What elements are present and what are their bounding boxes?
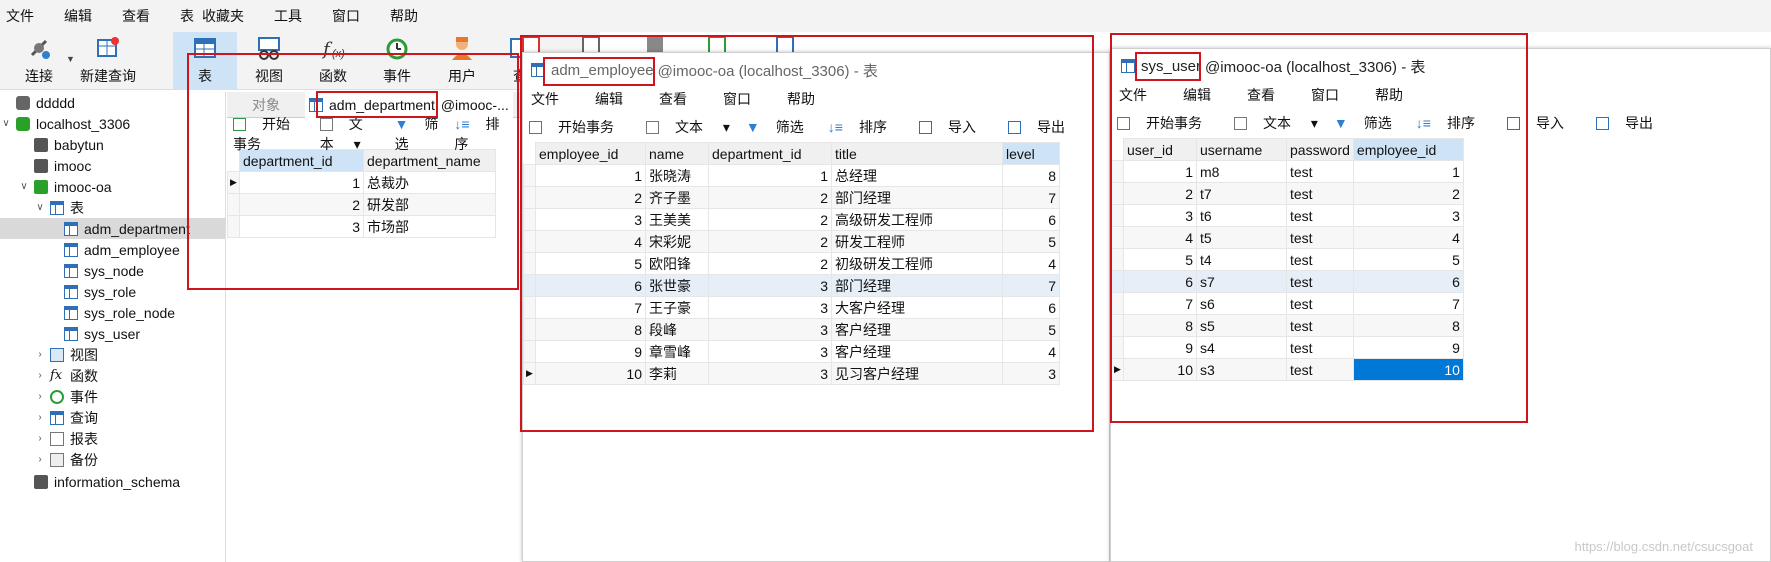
collapsed-arrow-icon[interactable]: › [34,349,46,360]
table-icon [64,284,78,299]
database-icon [34,179,48,194]
table-icon [64,242,78,257]
export-button[interactable]: 导出 [1595,113,1669,133]
new-query-icon [97,37,119,57]
annotation-box-user [1110,33,1528,423]
menu-file[interactable]: 文件 [6,6,34,26]
tree-item-localhost[interactable]: ∨ localhost_3306 [0,113,130,134]
connect-button[interactable]: 连接 [12,32,66,90]
tree-item-sys-user[interactable]: sys_user [64,323,140,344]
tree-item-reports[interactable]: › 报表 [34,428,98,449]
annotation-box-dept-tab [316,91,438,118]
watermark: https://blog.csdn.net/csucsgoat [1574,539,1754,554]
annotation-box-employee [520,35,1094,432]
table-icon [64,221,78,236]
tree-item-adm-employee[interactable]: adm_employee [64,239,180,260]
menu-window[interactable]: 窗口 [332,6,360,26]
tree-item-imooc[interactable]: imooc [18,155,91,176]
connection-icon [16,95,30,110]
view-icon [50,347,64,362]
table-icon [64,326,78,341]
expand-arrow-icon[interactable]: ∨ [0,118,12,129]
expand-arrow-icon[interactable]: ∨ [18,181,30,192]
annotation-box-user-title [1135,52,1201,81]
tree-item-sys-role-node[interactable]: sys_role_node [64,302,175,323]
collapsed-arrow-icon[interactable]: › [34,454,46,465]
collapsed-arrow-icon[interactable]: › [34,391,46,402]
menu-help[interactable]: 帮助 [390,6,418,26]
menu-favorites[interactable]: 收藏夹 [202,6,244,26]
function-icon: fx [50,367,63,383]
tree-item-information-schema[interactable]: information_schema [18,471,180,492]
collapsed-arrow-icon[interactable]: › [34,412,46,423]
tree-item-sys-node[interactable]: sys_node [64,260,144,281]
database-icon [34,158,48,173]
expand-arrow-icon[interactable]: ∨ [34,202,46,213]
annotation-box-department [187,53,519,290]
table-icon [64,263,78,278]
connection-icon [16,116,30,131]
event-icon [50,389,64,404]
tree-item-sys-role[interactable]: sys_role [64,281,136,302]
tree-item-tables[interactable]: ∨ 表 [34,197,84,218]
collapsed-arrow-icon[interactable]: › [34,370,46,381]
connection-icon [30,39,50,59]
annotation-box-employee-title [543,57,655,86]
tree-item-functions[interactable]: › fx 函数 [34,365,98,386]
menu-edit[interactable]: 编辑 [64,6,92,26]
database-icon [34,474,48,489]
tree-item-views[interactable]: › 视图 [34,344,98,365]
table-icon [64,305,78,320]
menu-tools[interactable]: 工具 [274,6,302,26]
tree-item-backups[interactable]: › 备份 [34,449,98,470]
menu-table[interactable]: 表 [180,6,194,26]
tree-item-queries[interactable]: › 查询 [34,407,98,428]
query-icon [50,410,64,425]
tree-item-imooc-oa[interactable]: ∨ imooc-oa [18,176,111,197]
report-icon [50,431,64,446]
export-icon [1595,117,1609,130]
menu-bar: 文件 编辑 查看 表 收藏夹 工具 窗口 帮助 [0,0,1771,32]
connect-dropdown-icon[interactable]: ▼ [66,54,75,64]
table-icon [50,200,64,215]
collapsed-arrow-icon[interactable]: › [34,433,46,444]
tree-item-ddddd[interactable]: ddddd [0,92,75,113]
database-icon [34,137,48,152]
tree-item-babytun[interactable]: babytun [18,134,104,155]
tree-item-events[interactable]: › 事件 [34,386,98,407]
menu-view[interactable]: 查看 [122,6,150,26]
new-query-button[interactable]: 新建查询 [78,32,138,90]
backup-icon [50,452,64,467]
